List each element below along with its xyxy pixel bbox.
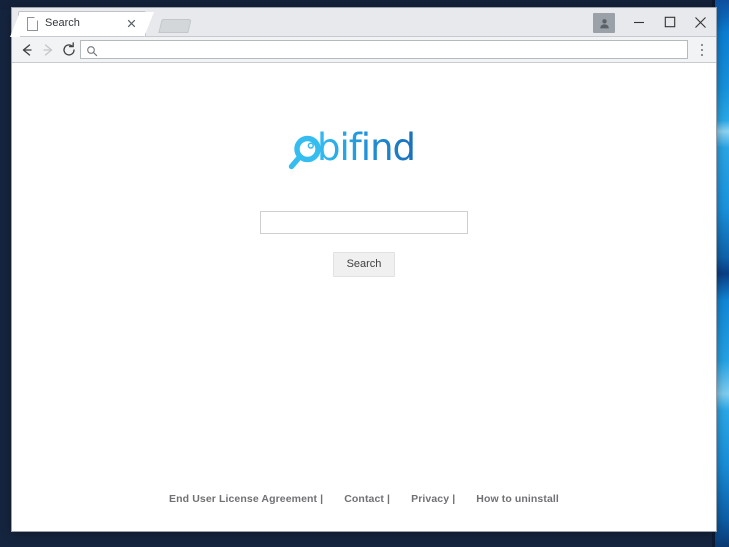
close-window-button[interactable] (685, 8, 716, 36)
close-icon[interactable] (125, 17, 138, 30)
tab-label: Search (45, 17, 80, 29)
search-button[interactable]: Search (332, 252, 396, 277)
window-controls (593, 8, 716, 36)
page-icon (27, 17, 38, 31)
svg-text:bifind: bifind (317, 126, 415, 169)
search-icon (86, 44, 98, 57)
footer-link-uninstall[interactable]: How to uninstall (476, 493, 559, 505)
browser-toolbar (12, 37, 716, 63)
search-form: Search (12, 211, 716, 277)
tab-search[interactable]: Search (18, 11, 146, 36)
minimize-button[interactable] (623, 8, 654, 36)
obifind-logo: bifind (12, 125, 716, 187)
reload-icon[interactable] (60, 41, 78, 59)
back-arrow-icon[interactable] (18, 41, 36, 59)
tab-strip: Search (12, 8, 716, 37)
maximize-button[interactable] (654, 8, 685, 36)
footer-link-privacy[interactable]: Privacy | (411, 493, 455, 505)
three-dot-menu-icon[interactable] (694, 41, 710, 58)
address-bar-input[interactable] (103, 41, 683, 58)
forward-arrow-icon[interactable] (39, 41, 57, 59)
user-profile-icon[interactable] (593, 13, 615, 33)
address-bar[interactable] (80, 40, 688, 59)
new-tab-button[interactable] (158, 19, 192, 33)
footer-links: End User License Agreement | Contact | P… (12, 493, 716, 505)
desktop-bottom-band (0, 530, 729, 547)
search-input[interactable] (260, 211, 468, 234)
obifind-logo-svg: bifind (288, 126, 416, 170)
browser-window: Search bifind Search End User License Ag… (12, 8, 716, 531)
footer-link-eula[interactable]: End User License Agreement | (169, 493, 323, 505)
page-content: bifind Search End User License Agreement… (12, 63, 716, 531)
magnifier-o-icon (288, 135, 321, 170)
footer-link-contact[interactable]: Contact | (344, 493, 390, 505)
wallpaper-blue-strip (715, 0, 729, 547)
